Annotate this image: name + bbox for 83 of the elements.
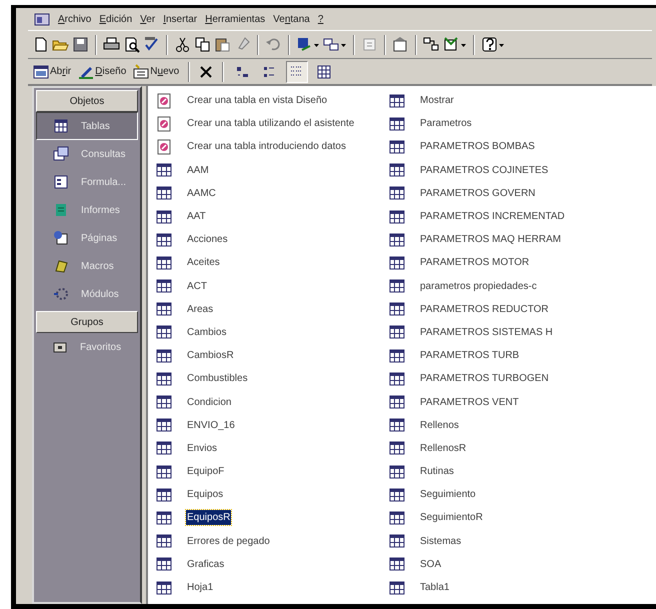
menu-item[interactable]: Archivo bbox=[58, 12, 92, 26]
new-table-icon bbox=[133, 64, 150, 80]
menu-item[interactable]: Insertar bbox=[163, 12, 198, 26]
object-item[interactable]: PARAMETROS SISTEMAS H bbox=[419, 324, 554, 340]
object-item[interactable]: Crear una tabla utilizando el asistente bbox=[186, 116, 356, 132]
paste-icon[interactable] bbox=[214, 36, 231, 53]
design-button[interactable]: Diseño bbox=[77, 60, 128, 82]
menu-item[interactable]: ? bbox=[318, 12, 324, 26]
object-item[interactable]: Rellenos bbox=[419, 418, 460, 433]
object-item[interactable]: PARAMETROS MOTOR bbox=[419, 255, 530, 270]
object-item[interactable]: AAM bbox=[186, 162, 210, 178]
object-type-item[interactable]: Tablas bbox=[36, 112, 138, 140]
object-item[interactable]: Tabla1 bbox=[419, 580, 450, 596]
object-item[interactable]: Parametros bbox=[419, 116, 473, 132]
object-item[interactable]: PARAMETROS GOVERN bbox=[419, 186, 536, 201]
office-links-icon[interactable] bbox=[296, 36, 320, 53]
menu-item[interactable]: Ventana bbox=[273, 12, 310, 26]
help-icon[interactable] bbox=[481, 36, 505, 53]
object-item[interactable]: Crear una tabla en vista Diseño bbox=[186, 93, 328, 108]
object-item[interactable]: Areas bbox=[186, 302, 214, 317]
object-item[interactable]: AAMC bbox=[186, 186, 217, 201]
object-item[interactable]: Combustibles bbox=[186, 371, 249, 386]
object-item[interactable]: EquiposR bbox=[186, 510, 232, 526]
delete-icon[interactable] bbox=[198, 64, 214, 80]
undo-icon[interactable] bbox=[265, 36, 282, 53]
page-icon bbox=[53, 230, 69, 246]
object-item[interactable]: Errores de pegado bbox=[186, 534, 271, 549]
object-item[interactable]: Mostrar bbox=[419, 93, 455, 108]
new-button[interactable]: Nuevo bbox=[132, 60, 180, 82]
print-preview-icon[interactable] bbox=[123, 36, 140, 53]
objects-header-button[interactable]: Objetos bbox=[36, 90, 138, 112]
shortcut-icon bbox=[156, 116, 172, 132]
object-item[interactable]: Condicion bbox=[186, 394, 232, 410]
object-item[interactable]: PARAMETROS TURBOGEN bbox=[419, 371, 550, 386]
app-icon[interactable] bbox=[34, 12, 50, 26]
spelling-icon[interactable] bbox=[143, 36, 160, 53]
shortcut-icon bbox=[156, 138, 172, 155]
object-item[interactable]: PARAMETROS COJINETES bbox=[419, 162, 550, 178]
object-item[interactable]: Cambios bbox=[186, 324, 228, 340]
object-item[interactable]: EquipoF bbox=[186, 464, 226, 480]
open-button[interactable]: Abrir bbox=[32, 60, 72, 82]
object-item[interactable]: parametros propiedades-c bbox=[419, 278, 538, 294]
object-item[interactable]: PARAMETROS MAQ HERRAM bbox=[419, 232, 562, 248]
menu-item[interactable]: Herramientas bbox=[205, 12, 266, 26]
shortcut-icon bbox=[156, 92, 172, 109]
analyze-icon[interactable] bbox=[323, 36, 347, 53]
object-item[interactable]: PARAMETROS INCREMENTAD bbox=[419, 209, 566, 224]
details-view-icon bbox=[316, 64, 332, 80]
object-item[interactable]: PARAMETROS BOMBAS bbox=[419, 139, 536, 154]
object-item[interactable]: Graficas bbox=[186, 556, 226, 572]
module-icon bbox=[53, 286, 69, 302]
save-icon[interactable] bbox=[72, 36, 89, 53]
report-icon bbox=[53, 202, 69, 218]
object-item[interactable]: Seguimiento bbox=[419, 487, 477, 502]
macro-icon bbox=[53, 258, 69, 274]
object-item[interactable]: RellenosR bbox=[419, 440, 468, 456]
object-item[interactable]: ENVIO_16 bbox=[186, 418, 236, 433]
cut-icon[interactable] bbox=[174, 36, 191, 53]
object-item[interactable]: Sistemas bbox=[419, 534, 462, 549]
object-item[interactable]: Envios bbox=[186, 440, 218, 456]
object-item[interactable]: Crear una tabla introduciendo datos bbox=[186, 139, 347, 154]
new-object-icon[interactable] bbox=[443, 36, 467, 53]
form-icon bbox=[53, 174, 69, 190]
object-item[interactable]: ACT bbox=[186, 278, 208, 294]
object-item[interactable]: SOA bbox=[419, 556, 442, 572]
object-item[interactable]: PARAMETROS REDUCTOR bbox=[419, 302, 550, 317]
view-button[interactable] bbox=[286, 60, 308, 82]
object-item[interactable]: AAT bbox=[186, 209, 207, 224]
object-item[interactable]: SeguimientoR bbox=[419, 510, 484, 526]
menu-item[interactable]: Edición bbox=[99, 12, 132, 26]
relationships-icon[interactable] bbox=[423, 36, 440, 53]
query-icon bbox=[53, 146, 69, 162]
copy-icon[interactable] bbox=[194, 36, 211, 53]
object-item[interactable]: PARAMETROS VENT bbox=[419, 394, 520, 410]
groups-header-button[interactable]: Grupos bbox=[36, 311, 138, 333]
object-item[interactable]: PARAMETROS TURB bbox=[419, 348, 520, 364]
object-item[interactable]: CambiosR bbox=[186, 348, 235, 364]
object-item[interactable]: Rutinas bbox=[419, 464, 455, 480]
object-item[interactable]: Acciones bbox=[186, 232, 229, 248]
object-item[interactable]: Equipos bbox=[186, 487, 224, 502]
object-item[interactable]: Aceites bbox=[186, 255, 221, 270]
menu-item[interactable]: Ver bbox=[140, 12, 156, 26]
object-item[interactable]: Hoja1 bbox=[186, 580, 214, 596]
